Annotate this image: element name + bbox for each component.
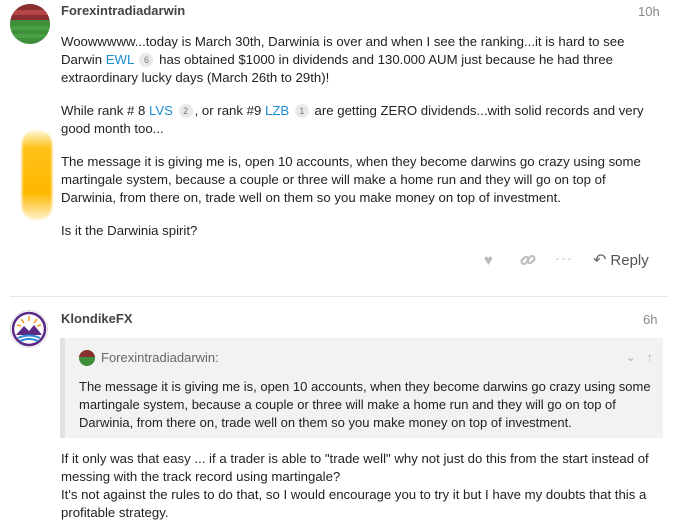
avatar[interactable] — [10, 310, 48, 348]
post-paragraph: It's not against the rules to do that, s… — [61, 487, 647, 520]
post-actions: ♥ ··· ↶ Reply — [480, 250, 670, 274]
heart-icon[interactable]: ♥ — [484, 252, 493, 269]
darwin-link-lvs[interactable]: LVS — [149, 103, 173, 118]
darwin-link-ewl[interactable]: EWL — [106, 52, 134, 67]
link-click-count-badge: 1 — [294, 104, 309, 118]
mountain-logo-avatar-image — [11, 311, 47, 347]
post-body: If it only was that easy ... if a trader… — [61, 450, 661, 522]
chevron-down-icon[interactable]: ⌄ — [626, 350, 636, 364]
more-icon[interactable]: ··· — [555, 250, 573, 267]
paragraph-text: While rank # 8 — [61, 103, 146, 118]
post-username[interactable]: Forexintradiadarwin — [61, 3, 185, 18]
post-paragraph: If it only was that easy ... if a trader… — [61, 451, 649, 484]
post-username[interactable]: KlondikeFX — [61, 311, 133, 326]
quote-block: Forexintradiadarwin: ⌄ ↑ The message it … — [60, 338, 663, 438]
post-divider — [10, 296, 668, 297]
paragraph-text: , or rank #9 — [194, 103, 262, 118]
post-paragraph: Woowwwww...today is March 30th, Darwinia… — [61, 33, 661, 87]
post-paragraph: While rank # 8 LVS 2, or rank #9 LZB 1 a… — [61, 102, 661, 138]
reply-label: Reply — [610, 252, 649, 269]
quote-author[interactable]: Forexintradiadarwin: — [101, 350, 219, 365]
stadium-avatar-image — [79, 350, 95, 366]
darwin-link-lzb[interactable]: LZB — [265, 103, 289, 118]
link-icon[interactable] — [520, 252, 536, 272]
arrow-up-icon[interactable]: ↑ — [647, 350, 653, 364]
reply-icon: ↶ — [593, 252, 607, 269]
avatar — [79, 350, 95, 366]
quote-text: The message it is giving me is, open 10 … — [79, 379, 651, 430]
quote-controls: ⌄ ↑ — [626, 350, 653, 364]
post-time[interactable]: 10h — [638, 4, 660, 19]
reply-button[interactable]: ↶ Reply — [593, 250, 649, 270]
highlighter-mark — [22, 130, 52, 220]
avatar[interactable] — [10, 4, 50, 44]
post-paragraph: The message it is giving me is, open 10 … — [61, 154, 641, 205]
link-click-count-badge: 2 — [178, 104, 193, 118]
post-body: Woowwwww...today is March 30th, Darwinia… — [61, 33, 661, 240]
link-click-count-badge: 6 — [139, 53, 154, 67]
stadium-avatar-image — [10, 4, 50, 44]
post-time[interactable]: 6h — [643, 312, 657, 327]
post-paragraph: Is it the Darwinia spirit? — [61, 223, 198, 238]
